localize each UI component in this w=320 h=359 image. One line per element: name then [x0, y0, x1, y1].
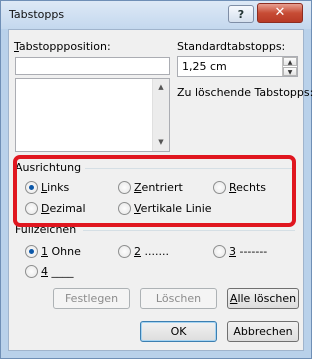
tabs-to-clear-label: Zu löschende Tabstopps:	[177, 86, 314, 99]
leader-dots-radio[interactable]	[118, 245, 131, 258]
leader-none-label[interactable]: 1 Ohne	[41, 245, 81, 258]
spin-up-icon[interactable]: ▲	[283, 57, 297, 66]
scroll-down-icon[interactable]: ▼	[153, 134, 169, 151]
default-tabs-value: 1,25 cm	[182, 60, 227, 73]
default-tabs-label: Standardtabstopps:	[177, 40, 286, 53]
window-title: Tabstopps	[9, 8, 65, 21]
spin-down-icon[interactable]: ▼	[283, 67, 297, 76]
highlight-frame	[13, 155, 296, 227]
cancel-button[interactable]: Abbrechen	[227, 321, 299, 342]
ok-button[interactable]: OK	[140, 321, 217, 342]
leader-divider	[83, 230, 295, 231]
dialog-body: Tabstoppposition: ▲ ▼ Standardtabstopps:…	[8, 29, 313, 351]
clear-button[interactable]: Löschen	[140, 288, 217, 309]
tab-list-scrollbar[interactable]: ▲ ▼	[152, 79, 169, 151]
leader-dots-label[interactable]: 2 .......	[134, 245, 169, 258]
leader-dashes-radio[interactable]	[213, 245, 226, 258]
title-bar: Tabstopps ? ✕	[1, 1, 311, 29]
close-button[interactable]: ✕	[257, 3, 303, 23]
tab-position-list[interactable]: ▲ ▼	[15, 78, 170, 152]
default-tabs-spinner[interactable]: ▲ ▼	[282, 57, 297, 76]
tab-position-input[interactable]	[15, 57, 170, 75]
help-button[interactable]: ?	[228, 5, 254, 23]
tab-position-label: Tabstoppposition:	[14, 40, 111, 53]
leader-underline-label[interactable]: 4 ____	[41, 265, 74, 278]
leader-dashes-label[interactable]: 3 -------	[229, 245, 267, 258]
set-button[interactable]: Festlegen	[53, 288, 130, 309]
clear-all-button[interactable]: Alle löschen	[227, 288, 299, 309]
default-tabs-field[interactable]: 1,25 cm ▲ ▼	[177, 56, 298, 77]
leader-underline-radio[interactable]	[25, 265, 38, 278]
tabstopps-dialog: Tabstopps ? ✕ Tabstoppposition: ▲ ▼ Stan…	[0, 0, 313, 359]
leader-none-radio[interactable]	[25, 245, 38, 258]
scroll-up-icon[interactable]: ▲	[153, 79, 169, 96]
